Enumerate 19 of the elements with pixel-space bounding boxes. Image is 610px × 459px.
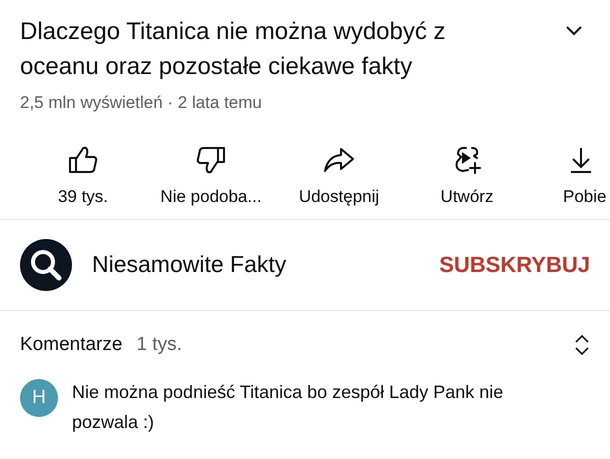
- action-button[interactable]: Udostępnij: [275, 144, 403, 218]
- comments-heading: Komentarze: [20, 332, 122, 356]
- thumbs-up-icon: [68, 146, 98, 174]
- channel-avatar-icon[interactable]: [20, 238, 72, 290]
- action-button[interactable]: Pobie: [563, 144, 606, 218]
- action-button[interactable]: Utwórz: [403, 144, 531, 218]
- comment-text: Nie można podnieść Titanica bo zespół Lady Pank nie pozwala :): [72, 381, 504, 434]
- channel-name[interactable]: Niesamowite Fakty: [92, 247, 440, 282]
- expand-collapse-icon[interactable]: [574, 332, 590, 357]
- download-icon: [569, 146, 593, 174]
- comment-count: 1 tys.: [136, 332, 183, 356]
- action-button[interactable]: 39 tys.: [19, 144, 147, 218]
- action-button[interactable]: Nie podoba...: [147, 144, 275, 218]
- subscribe-button[interactable]: SUBSKRYBUJ: [439, 248, 590, 281]
- chevron-down-icon[interactable]: [566, 26, 582, 36]
- video-title: Dlaczego Titanica nie można wydobyć z oceanu oraz pozostałe ciekawe fakty: [20, 17, 447, 82]
- video-meta: 2,5 mln wyświetleń · 2 lata temu: [19, 92, 263, 114]
- share-arrow-icon: [323, 146, 355, 172]
- thumbs-down-icon: [196, 146, 226, 174]
